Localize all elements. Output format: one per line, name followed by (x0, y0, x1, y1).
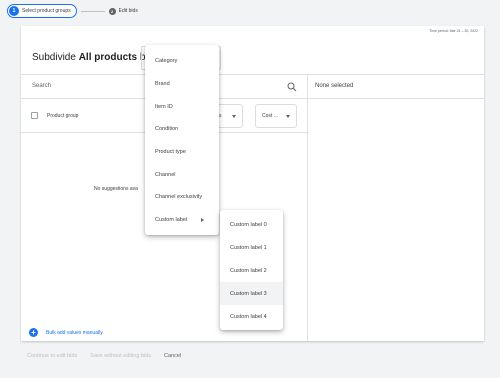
submenu-item-custom-label-4[interactable]: Custom label 4 (220, 305, 283, 328)
menu-item-custom-label[interactable]: Custom label (145, 209, 219, 232)
step-connector (80, 10, 105, 12)
time-period: Time period: Mar 24 – 30, 2022 (429, 29, 478, 33)
caret-down-icon (286, 114, 290, 118)
search-icon[interactable] (286, 81, 298, 93)
column-dropdown-2[interactable]: Cost ... (255, 104, 297, 128)
step-number: 2 (108, 7, 116, 15)
menu-item-channel[interactable]: Channel (145, 163, 219, 186)
menu-item-label: Custom label (155, 217, 188, 224)
menu-item-category[interactable]: Category (145, 50, 219, 73)
subdivide-prefix: Subdivide (32, 52, 79, 63)
subdivide-target: All products (78, 52, 138, 63)
submenu-item-custom-label-0[interactable]: Custom label 0 (220, 213, 283, 236)
save-without-editing-button[interactable]: Save without editing bids (90, 353, 151, 359)
bulk-add-label: Bulk add values manually (46, 329, 103, 336)
dropdown-label: Cost ... (262, 113, 278, 119)
stepper: 1 Select product groups 2 Edit bids (0, 0, 500, 22)
plus-circle-icon: + (29, 328, 38, 337)
selected-pane: None selected (307, 74, 484, 341)
selected-header: None selected (308, 75, 484, 99)
caret-down-icon (232, 114, 236, 118)
dimension-menu: Category Brand Item ID Condition Product… (145, 45, 219, 235)
bulk-add-button[interactable]: + Bulk add values manually (29, 328, 103, 337)
none-selected-label: None selected (315, 83, 354, 89)
step-number: 1 (9, 6, 19, 16)
select-all-checkbox[interactable] (31, 112, 38, 119)
page-title: Subdivide All products by: (32, 52, 153, 63)
no-suggestions-text: No suggestions ava (94, 186, 138, 192)
menu-item-condition[interactable]: Condition (145, 118, 219, 141)
step-edit-bids[interactable]: 2 Edit bids (108, 7, 138, 15)
step-label: Select product groups (22, 8, 71, 14)
step-pill: 1 Select product groups (7, 4, 77, 18)
submenu-item-custom-label-2[interactable]: Custom label 2 (220, 259, 283, 282)
step-select-product-groups[interactable]: 1 Select product groups (7, 4, 77, 18)
menu-item-product-type[interactable]: Product type (145, 141, 219, 164)
continue-button[interactable]: Continue to edit bids (27, 353, 77, 359)
submenu-item-custom-label-1[interactable]: Custom label 1 (220, 236, 283, 259)
chevron-right-icon (201, 217, 204, 222)
cancel-button[interactable]: Cancel (164, 353, 181, 359)
custom-label-submenu: Custom label 0 Custom label 1 Custom lab… (220, 210, 283, 330)
search-input[interactable]: Search (32, 83, 51, 89)
footer-actions: Continue to edit bids Save without editi… (27, 353, 181, 359)
menu-item-brand[interactable]: Brand (145, 73, 219, 96)
menu-item-channel-exclusivity[interactable]: Channel exclusivity (145, 186, 219, 209)
menu-item-item-id[interactable]: Item ID (145, 95, 219, 118)
submenu-item-custom-label-3[interactable]: Custom label 3 (220, 282, 283, 305)
step-label: Edit bids (118, 8, 138, 14)
product-group-header: Product group (47, 113, 79, 119)
